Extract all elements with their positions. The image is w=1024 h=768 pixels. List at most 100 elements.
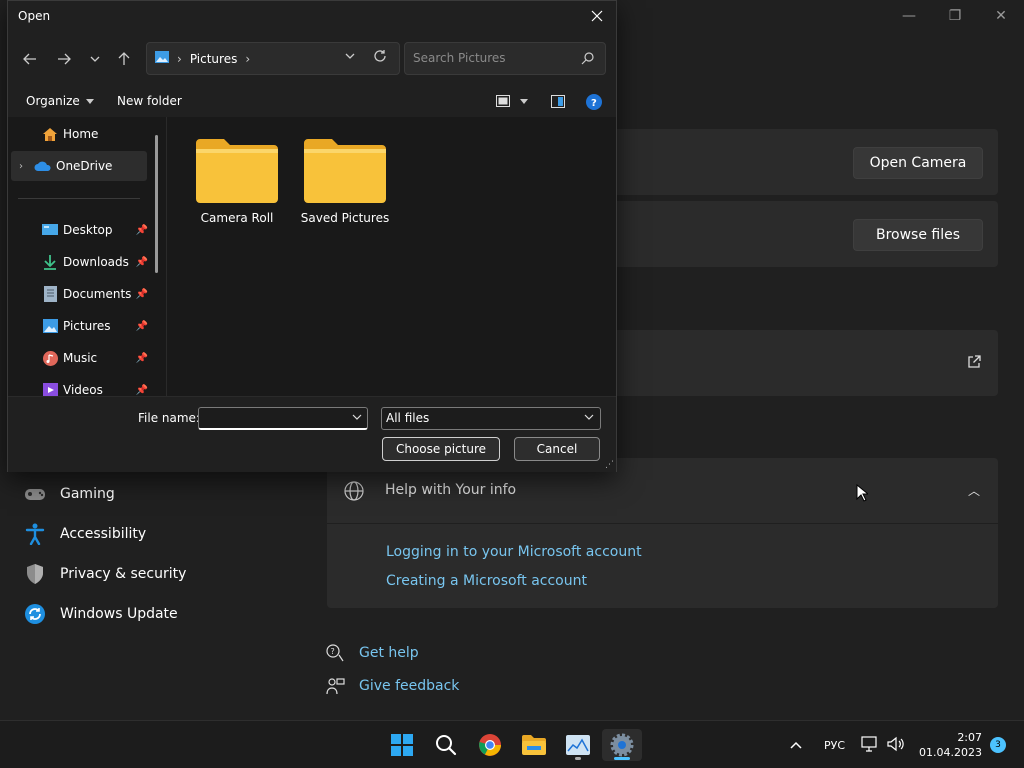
maximize-button[interactable]: ❐: [932, 0, 978, 32]
chevron-up-icon: [790, 741, 802, 749]
recent-locations-button[interactable]: [83, 49, 107, 69]
sidebar-item-desktop[interactable]: Desktop 📌: [8, 215, 148, 245]
gamepad-icon: [24, 483, 46, 505]
sidebar-item-downloads[interactable]: Downloads 📌: [8, 247, 148, 277]
nav-item-windows-update[interactable]: Windows Update: [24, 599, 178, 629]
videos-icon: [41, 382, 59, 396]
folder-icon: [304, 139, 386, 203]
music-icon: [41, 350, 59, 366]
clock[interactable]: 2:07 01.04.2023: [919, 730, 982, 760]
globe-icon: [343, 480, 365, 505]
search-button[interactable]: [426, 729, 466, 761]
refresh-icon[interactable]: [373, 49, 387, 67]
browse-files-button[interactable]: Browse files: [853, 219, 983, 251]
sidebar-scrollbar[interactable]: [155, 135, 158, 273]
file-name-input[interactable]: [203, 411, 343, 425]
sidebar-item-onedrive[interactable]: › OneDrive: [11, 151, 147, 181]
minimize-button[interactable]: —: [886, 0, 932, 32]
language-indicator[interactable]: РУС: [824, 739, 845, 752]
dialog-close-button[interactable]: [584, 5, 610, 27]
link-logging-in[interactable]: Logging in to your Microsoft account: [386, 544, 642, 560]
feedback-icon: [325, 676, 345, 696]
file-explorer-button[interactable]: [514, 729, 554, 761]
search-input[interactable]: [413, 51, 573, 65]
settings-button[interactable]: [602, 729, 642, 761]
view-icon: [496, 95, 510, 107]
folder-camera-roll[interactable]: Camera Roll: [187, 137, 287, 247]
open-camera-button[interactable]: Open Camera: [853, 147, 983, 179]
breadcrumb-pictures[interactable]: Pictures: [190, 52, 238, 66]
external-link-icon: [967, 355, 981, 372]
new-folder-button[interactable]: New folder: [117, 94, 182, 108]
organize-button[interactable]: Organize: [26, 94, 94, 108]
choose-picture-button[interactable]: Choose picture: [382, 437, 500, 461]
open-dialog: Open › Pictures › Search Pictures Organi…: [7, 0, 617, 472]
folder-saved-pictures[interactable]: Saved Pictures: [295, 137, 395, 247]
caret-down-icon: [85, 98, 94, 104]
desktop-icon: [41, 222, 59, 238]
file-name-combobox[interactable]: [198, 407, 368, 430]
give-feedback-link[interactable]: Give feedback: [325, 676, 459, 696]
nav-label: Gaming: [60, 486, 115, 502]
get-help-link[interactable]: ? Get help: [325, 643, 419, 663]
start-button[interactable]: [382, 729, 422, 761]
sidebar-item-label: Downloads: [63, 255, 129, 269]
sidebar-item-label: Home: [63, 127, 99, 141]
sidebar-item-documents[interactable]: Documents 📌: [8, 279, 148, 309]
chevron-up-icon[interactable]: ︿: [968, 482, 980, 499]
address-dropdown-icon[interactable]: [345, 51, 355, 62]
sidebar-item-music[interactable]: Music 📌: [8, 343, 148, 373]
close-button[interactable]: ✕: [978, 0, 1024, 32]
nav-item-gaming[interactable]: Gaming: [24, 479, 115, 509]
pictures-icon: [41, 318, 59, 334]
resize-grip-icon[interactable]: ⋰: [605, 460, 614, 470]
forward-button[interactable]: [52, 49, 76, 69]
preview-pane-button[interactable]: [551, 95, 565, 108]
nav-label: Windows Update: [60, 606, 178, 622]
expand-chevron-icon[interactable]: ›: [19, 161, 23, 172]
help-button[interactable]: ?: [586, 94, 602, 110]
up-button[interactable]: [112, 49, 136, 69]
dialog-title: Open: [18, 9, 51, 23]
chevron-down-icon[interactable]: [352, 412, 362, 423]
sidebar-item-pictures[interactable]: Pictures 📌: [8, 311, 148, 341]
onedrive-icon: [34, 158, 52, 174]
folder-label: Camera Roll: [200, 211, 274, 225]
pin-icon: 📌: [135, 224, 148, 236]
nav-label: Accessibility: [60, 526, 147, 542]
search-icon[interactable]: [581, 51, 595, 68]
home-icon: [41, 126, 59, 142]
cancel-button[interactable]: Cancel: [514, 437, 600, 461]
sidebar-divider: [18, 198, 140, 199]
task-manager-button[interactable]: [558, 729, 598, 761]
folder-label: Saved Pictures: [300, 211, 390, 225]
preview-pane-icon: [551, 95, 565, 108]
sidebar-item-home[interactable]: Home: [8, 119, 148, 149]
file-explorer-icon: [522, 735, 546, 755]
notification-badge[interactable]: 3: [990, 737, 1007, 753]
nav-item-privacy[interactable]: Privacy & security: [24, 559, 186, 589]
show-hidden-icons-button[interactable]: [790, 738, 802, 752]
get-help-label: Get help: [359, 645, 419, 661]
address-bar[interactable]: › Pictures ›: [146, 42, 400, 75]
file-type-select[interactable]: All files: [381, 407, 601, 430]
help-chat-icon: ?: [325, 643, 345, 663]
sidebar-item-label: Videos: [63, 383, 103, 396]
volume-icon[interactable]: [887, 736, 905, 755]
view-options-button[interactable]: [496, 95, 528, 107]
back-button[interactable]: [18, 49, 42, 69]
network-icon[interactable]: [861, 735, 879, 755]
organize-label: Organize: [26, 94, 80, 108]
sidebar-item-videos[interactable]: Videos 📌: [8, 375, 148, 396]
file-type-value: All files: [386, 411, 430, 425]
external-link-card[interactable]: [600, 330, 998, 396]
update-icon: [24, 603, 46, 625]
link-creating-account[interactable]: Creating a Microsoft account: [386, 573, 587, 589]
search-box[interactable]: [404, 42, 606, 75]
chevron-down-icon[interactable]: [584, 412, 594, 423]
task-manager-icon: [566, 735, 590, 755]
mouse-cursor-icon: [856, 483, 870, 505]
nav-item-accessibility[interactable]: Accessibility: [24, 519, 146, 549]
chrome-button[interactable]: [470, 729, 510, 761]
svg-text:?: ?: [591, 98, 597, 109]
